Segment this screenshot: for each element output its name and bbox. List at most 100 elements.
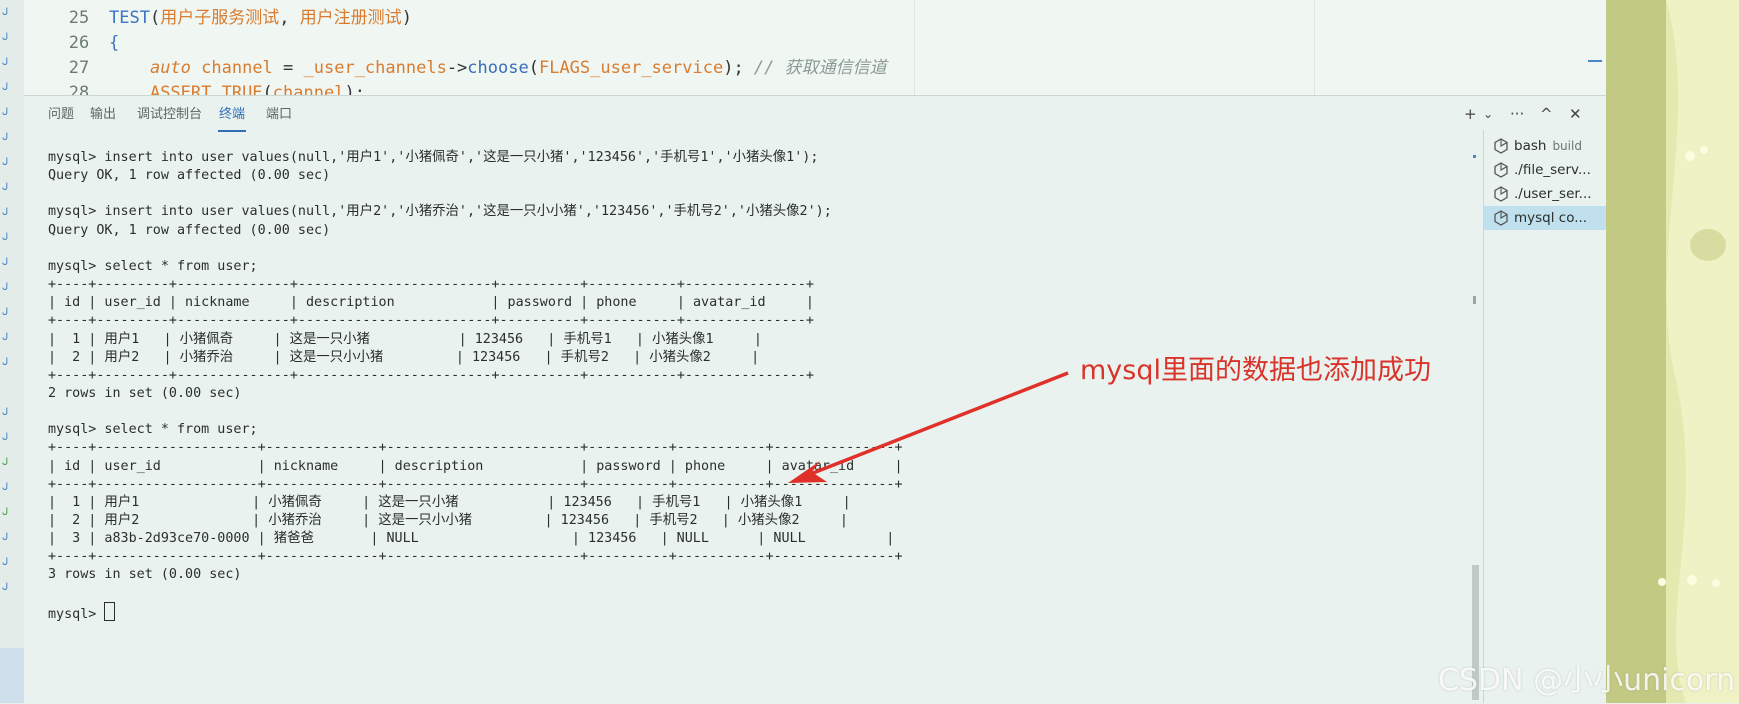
gutter-marker: ᒍ [2,307,9,318]
code-token: , [279,8,300,28]
code-editor[interactable]: 25 TEST(用户子服务测试, 用户注册测试) 26{27 auto channe… [24,0,1606,95]
terminal-line-text: mysql> select * from user; [48,258,258,274]
terminal-line-text: | 2 | 用户2 | 小猪乔治 | 这是一只小小猪 | 123456 | 手机… [48,513,848,528]
code-token: channel [272,83,345,95]
terminal-line-text: mysql> [48,606,105,622]
terminal-name: mysql co... [1514,210,1588,226]
code-token: TEST [109,8,150,28]
gutter-marker: ᒍ [2,257,9,268]
terminal-list-item[interactable]: mysql co... [1484,206,1607,230]
gutter-marker: ᒍ [2,207,9,218]
terminal-line: Query OK, 1 row affected (0.00 sec) [48,221,330,241]
line-number: 25 [68,8,90,28]
terminal-line-text: | 3 | a83b-2d93ce70-0000 | 猪爸爸 | NULL | … [48,531,895,547]
terminal-line: | 1 | 用户1 | 小猪佩奇 | 这是一只小猪 | 123456 | 手机号… [48,493,851,513]
activity-gutter: ᒍ ᒍ ᒍ ᒍ ᒍ ᒍ ᒍ ᒍ ᒍ ᒍ ᒍ ᒍ ᒍ ᒍ ᒍ ᒍ ᒍ ᒍ ᒍ ᒍ ᒍ ᒍ ᒍ [0,0,25,703]
gutter-marker: ᒍ [2,582,9,593]
gutter-marker: ᒍ [2,132,9,143]
close-panel-icon[interactable]: ✕ [1569,104,1582,124]
terminal-icon [1494,162,1508,178]
terminal-line-text: +----+--------------------+-------------… [48,549,903,565]
terminal-list-item[interactable]: ./file_serv... [1484,158,1607,182]
gutter-marker: ᒍ [2,332,9,343]
watermark: CSDN @小小unicorn [1438,663,1736,698]
code-token: { [109,33,120,53]
tab-terminal[interactable]: 终端 [219,106,245,124]
terminal-line: +----+---------+--------------+---------… [48,311,814,331]
tab-panel-0[interactable]: 问题 [48,106,74,124]
terminal-output[interactable]: mysql> insert into user values(null,'用户1… [24,130,1464,703]
terminal-name: bash [1514,138,1547,154]
more-actions-icon[interactable]: ··· [1510,104,1524,124]
tab-panel-4[interactable]: 端口 [266,106,292,124]
code-text: { [109,31,119,56]
terminal-line-text: +----+---------+--------------+---------… [48,313,814,329]
gutter-marker: ᒍ [2,432,9,443]
code-token: ( [528,58,539,78]
terminal-list: bash build ./file_serv... ./user_ser...mysq… [1483,130,1607,703]
terminal-line: mysql> select * from user; [48,420,258,440]
code-token: 用户注册测试 [299,8,402,28]
terminal-line-text: 3 rows in set (0.00 sec) [48,567,242,583]
scrollbar-marker [1473,155,1476,158]
terminal-line-text: mysql> select * from user; [48,422,258,438]
terminal-list-item[interactable]: ./user_ser... [1484,182,1607,206]
terminal-line: +----+--------------------+-------------… [48,475,903,495]
gutter-marker: ᒍ [2,82,9,93]
line-number: 28 [68,83,90,95]
code-token: ); [344,83,365,95]
scrollbar-marker [1473,296,1476,304]
terminal-line: mysql> select * from user; [48,257,258,277]
code-token: 用户子服务测试 [160,8,280,28]
terminal-line-text: Query OK, 1 row affected (0.00 sec) [48,222,331,238]
terminal-line: | id | user_id | nickname | description … [48,457,903,477]
gutter-marker: ᒍ [2,282,9,293]
code-token: = [272,58,304,78]
gutter-marker: ᒍ [2,57,9,68]
terminal-line-text: | 2 | 用户2 | 小猪乔治 | 这是一只小小猪 | 123456 | 手机… [48,349,760,365]
code-token: FLAGS_user_service [538,58,724,78]
terminal-line-text: mysql> insert into user values(null,'用户1… [48,150,819,165]
terminal-cwd: build [1552,139,1582,153]
terminal-line-text: +----+--------------------+-------------… [48,440,903,456]
gutter-marker: ᒍ [2,357,9,368]
terminal-line: | id | user_id | nickname | description … [48,293,814,313]
terminal-line: | 2 | 用户2 | 小猪乔治 | 这是一只小小猪 | 123456 | 手机… [48,348,759,368]
terminal-line: +----+--------------------+-------------… [48,438,903,458]
terminal-line-text: Query OK, 1 row affected (0.00 sec) [48,168,331,184]
terminal-line: +----+---------+--------------+---------… [48,366,814,386]
terminal-dropdown-icon[interactable]: ⌄ [1483,104,1493,124]
terminal-line-text: +----+--------------------+-------------… [48,476,903,492]
new-terminal-button[interactable]: + [1464,104,1477,124]
terminal-list-item-label: mysql co... [1514,206,1587,230]
maximize-panel-icon[interactable]: ^ [1540,104,1553,124]
code-text: TEST(用户子服务测试, 用户注册测试) [109,6,412,31]
gutter-marker: ᒍ [2,482,9,493]
line-number: 26 [68,33,90,53]
terminal-line-text: mysql> insert into user values(null,'用户2… [48,204,832,220]
terminal-line: Query OK, 1 row affected (0.00 sec) [48,166,330,186]
terminal-list-item-label: bash build [1514,134,1582,158]
terminal-icon [1494,138,1508,154]
code-token: -> [446,58,468,78]
line-number: 27 [68,58,90,78]
terminal-list-item[interactable]: bash build [1484,134,1607,158]
terminal-line-text: 2 rows in set (0.00 sec) [48,385,242,401]
gutter-marker: ᒍ [2,507,9,518]
terminal-line: mysql> [48,601,116,622]
gutter-selection [0,648,24,703]
code-token: channel [190,58,273,78]
terminal-list-item-label: ./file_serv... [1514,158,1591,182]
code-token: ) [401,8,412,28]
terminal-line: | 1 | 用户1 | 小猪佩奇 | 这是一只小猪 | 123456 | 手机号… [48,330,762,350]
tab-panel-2[interactable]: 调试控制台 [137,106,202,124]
terminal-line: +----+--------------------+-------------… [48,547,903,567]
tab-panel-1[interactable]: 输出 [90,106,116,124]
terminal-line-text: | 1 | 用户1 | 小猪佩奇 | 这是一只小猪 | 123456 | 手机号… [48,331,762,347]
code-token: ( [262,83,273,95]
terminal-line-text: | id | user_id | nickname | description … [48,458,903,474]
background-decoration [1606,0,1739,703]
gutter-marker: ᒍ [2,107,9,118]
terminal-line: | 3 | a83b-2d93ce70-0000 | 猪爸爸 | NULL | … [48,529,894,549]
